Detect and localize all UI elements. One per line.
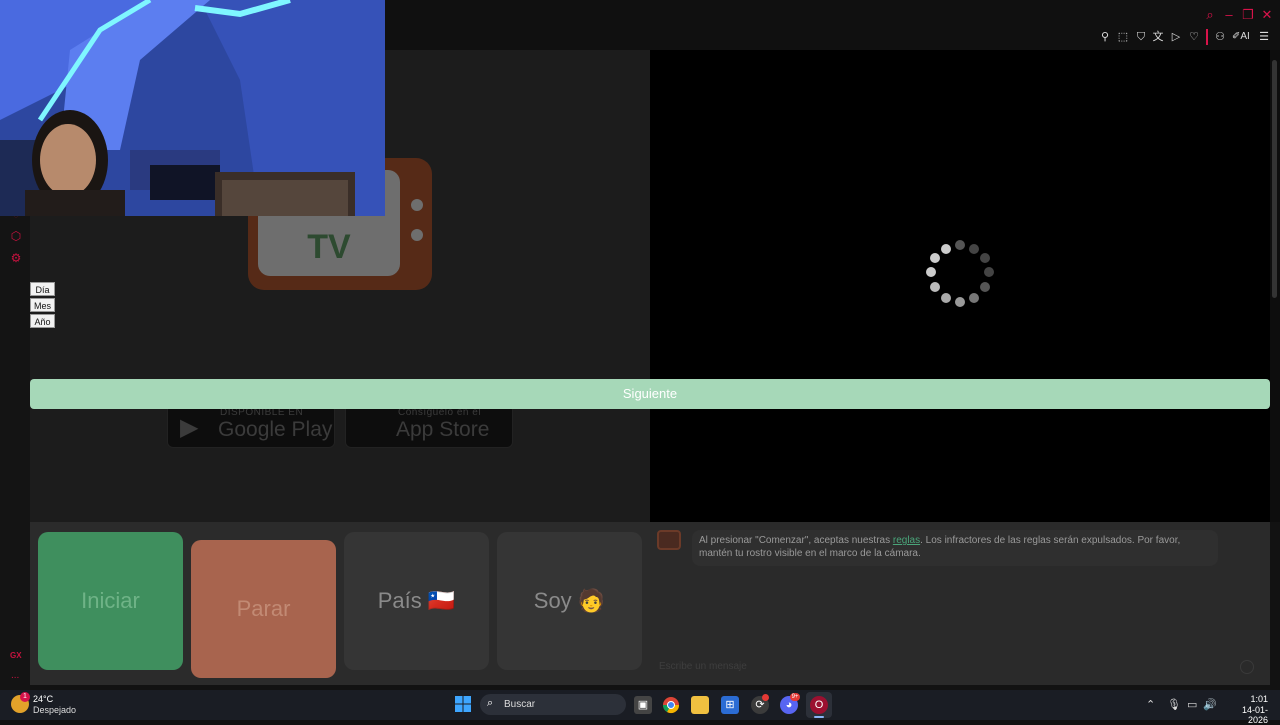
opera-gx-icon[interactable]: O: [810, 696, 828, 714]
chevron-up-icon[interactable]: ⌃: [1146, 698, 1155, 711]
google-play-icon: ▶: [180, 414, 199, 441]
next-button[interactable]: Siguiente: [30, 379, 1270, 409]
display-icon[interactable]: ▭: [1187, 698, 1197, 711]
scrollbar-thumb[interactable]: [1272, 60, 1277, 298]
camera-frame-image: [0, 0, 385, 216]
discord-badge: 9+: [790, 693, 800, 701]
search-icon[interactable]: ⌕: [1202, 7, 1218, 23]
month-option[interactable]: Mes: [30, 298, 55, 312]
store-icon[interactable]: ⊞: [721, 696, 739, 714]
close-icon[interactable]: ✕: [1259, 7, 1275, 23]
chat-system-message: Al presionar "Comenzar", aceptas nuestra…: [692, 530, 1218, 566]
snapshot-icon[interactable]: ⬚: [1116, 30, 1130, 44]
active-indicator: [814, 716, 824, 718]
microphone-icon[interactable]: 🎙: [1167, 698, 1181, 711]
rules-link[interactable]: reglas: [893, 535, 920, 546]
ai-label: AI: [1240, 31, 1250, 42]
google-play-badge[interactable]: ▶ DISPONIBLE EN Google Play: [167, 404, 335, 448]
weather-temp: 24°C: [33, 694, 54, 704]
tv-logo-text: TV: [307, 228, 351, 266]
country-label: País: [377, 588, 422, 613]
send-icon[interactable]: [1240, 660, 1254, 674]
self-camera-preview: [0, 0, 385, 216]
app-store-badge[interactable]: Consíguelo en el App Store: [345, 404, 513, 448]
loading-spinner-icon: [926, 240, 994, 307]
toolbar-divider: [1206, 29, 1208, 45]
tv-logo-knob: [411, 229, 423, 241]
tv-logo-knob: [411, 199, 423, 211]
person-emoji-icon: 🧑: [577, 588, 606, 613]
search-icon: ⌕: [487, 697, 494, 709]
heart-icon[interactable]: ♡: [1187, 30, 1201, 44]
notification-dot: [762, 694, 769, 701]
message-text: Al presionar "Comenzar", aceptas nuestra…: [699, 535, 893, 546]
clock-time[interactable]: 1:01: [1246, 694, 1268, 704]
ai-button[interactable]: ✐AI: [1232, 30, 1250, 44]
shield-icon[interactable]: ⛉: [1134, 30, 1148, 44]
pin-icon[interactable]: ⚲: [1098, 30, 1112, 44]
chile-flag-icon: 🇨🇱: [427, 588, 456, 613]
search-placeholder: Buscar: [504, 699, 536, 710]
settings-icon[interactable]: ⚙: [9, 251, 23, 265]
badge-big-text: Google Play: [218, 418, 333, 441]
file-explorer-icon[interactable]: [691, 696, 709, 714]
gx-label[interactable]: GX: [10, 651, 22, 660]
weather-desc: Despejado: [33, 705, 77, 715]
weather-badge: 1: [20, 692, 30, 702]
taskbar-search[interactable]: ⌕ Buscar: [480, 694, 626, 715]
task-view-icon[interactable]: ▣: [634, 696, 652, 714]
minimize-icon[interactable]: –: [1221, 7, 1237, 23]
stop-button[interactable]: Parar: [191, 540, 336, 678]
gender-label: Soy: [533, 588, 572, 613]
gender-button[interactable]: Soy 🧑: [497, 532, 642, 670]
chat-input[interactable]: Escribe un mensaje: [659, 661, 1059, 675]
volume-icon[interactable]: 🔊: [1203, 698, 1217, 711]
clock-date[interactable]: 14-01-2026: [1224, 705, 1268, 725]
chat-bot-avatar: [657, 530, 681, 550]
year-option[interactable]: Año: [30, 314, 55, 328]
translate-icon[interactable]: 文: [1151, 30, 1165, 44]
account-icon[interactable]: ⚇: [1213, 30, 1227, 44]
windows-start-icon[interactable]: [455, 696, 471, 712]
menu-icon[interactable]: ☰: [1257, 30, 1271, 44]
extensions-icon[interactable]: ⬡: [9, 229, 23, 243]
start-button[interactable]: Iniciar: [38, 532, 183, 670]
restore-icon[interactable]: ❐: [1240, 7, 1256, 23]
day-option[interactable]: Día: [30, 282, 55, 296]
chrome-icon[interactable]: [662, 696, 680, 714]
play-icon[interactable]: ▷: [1169, 30, 1183, 44]
badge-big-text: App Store: [396, 418, 490, 441]
country-button[interactable]: País 🇨🇱: [344, 532, 489, 670]
more-icon[interactable]: ...: [11, 670, 19, 681]
